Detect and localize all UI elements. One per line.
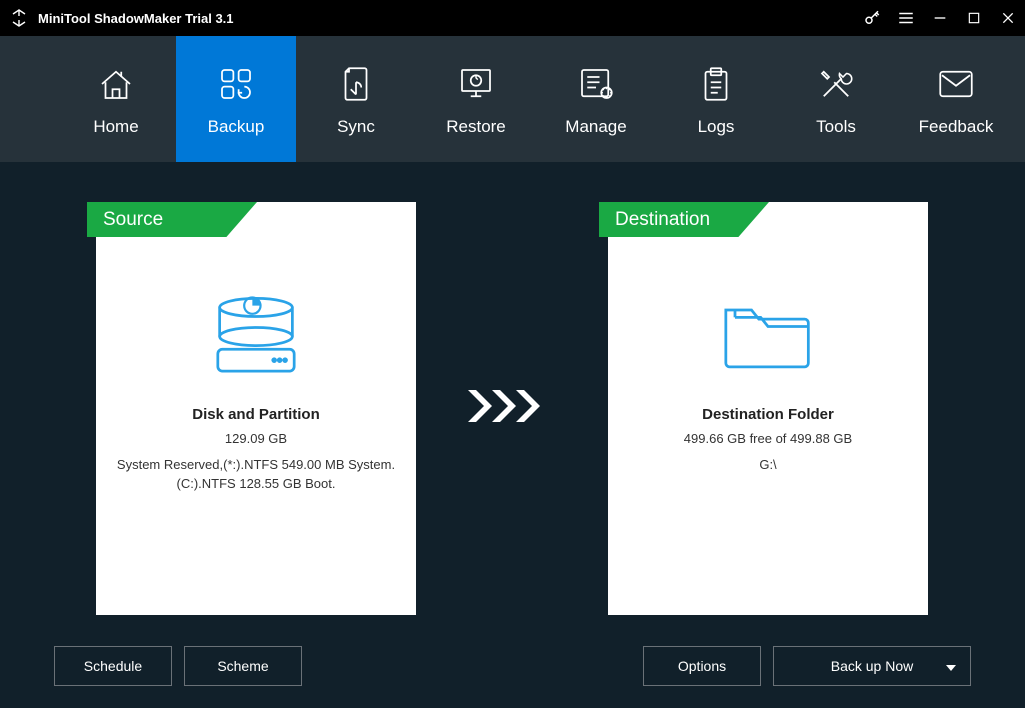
nav-sync[interactable]: Sync (296, 36, 416, 162)
source-heading: Disk and Partition (192, 406, 320, 423)
home-icon (95, 61, 137, 107)
nav-label: Logs (698, 117, 735, 137)
disk-icon (96, 262, 416, 402)
destination-panel[interactable]: Destination Destination Folder 499.66 GB… (608, 202, 928, 615)
backup-now-label: Back up Now (831, 658, 913, 674)
nav-logs[interactable]: Logs (656, 36, 776, 162)
key-icon[interactable] (855, 0, 889, 36)
main-nav: Home Backup Sync Restore Manage (0, 36, 1025, 162)
minimize-button[interactable] (923, 0, 957, 36)
nav-feedback[interactable]: Feedback (896, 36, 1016, 162)
feedback-icon (935, 61, 977, 107)
nav-label: Home (93, 117, 138, 137)
source-detail-1: System Reserved,(*:).NTFS 549.00 MB Syst… (103, 455, 409, 475)
nav-backup[interactable]: Backup (176, 36, 296, 162)
backup-icon (215, 61, 257, 107)
source-size: 129.09 GB (211, 429, 301, 449)
nav-tools[interactable]: Tools (776, 36, 896, 162)
sync-icon (337, 61, 375, 107)
restore-icon (454, 61, 498, 107)
close-button[interactable] (991, 0, 1025, 36)
nav-label: Backup (208, 117, 265, 137)
logs-icon (697, 61, 735, 107)
nav-home[interactable]: Home (56, 36, 176, 162)
manage-icon (575, 61, 617, 107)
destination-tab-label: Destination (599, 202, 769, 237)
nav-restore[interactable]: Restore (416, 36, 536, 162)
nav-label: Tools (816, 117, 856, 137)
backup-now-button[interactable]: Back up Now (773, 646, 971, 686)
source-detail-2: (C:).NTFS 128.55 GB Boot. (163, 474, 350, 494)
folder-icon (608, 262, 928, 402)
destination-path: G:\ (745, 455, 790, 475)
menu-icon[interactable] (889, 0, 923, 36)
maximize-button[interactable] (957, 0, 991, 36)
destination-heading: Destination Folder (702, 406, 834, 423)
nav-label: Feedback (919, 117, 994, 137)
options-button[interactable]: Options (643, 646, 761, 686)
source-panel[interactable]: Source Disk and Partition 129.09 GB Sy (96, 202, 416, 615)
source-tab-label: Source (87, 202, 257, 237)
scheme-button[interactable]: Scheme (184, 646, 302, 686)
window-title: MiniTool ShadowMaker Trial 3.1 (38, 11, 234, 26)
app-logo-icon (8, 7, 30, 29)
nav-label: Sync (337, 117, 375, 137)
schedule-button[interactable]: Schedule (54, 646, 172, 686)
nav-label: Manage (565, 117, 626, 137)
direction-arrows-icon (466, 388, 562, 424)
destination-free: 499.66 GB free of 499.88 GB (670, 429, 866, 449)
caret-down-icon (946, 658, 956, 674)
nav-manage[interactable]: Manage (536, 36, 656, 162)
nav-label: Restore (446, 117, 506, 137)
tools-icon (815, 61, 857, 107)
